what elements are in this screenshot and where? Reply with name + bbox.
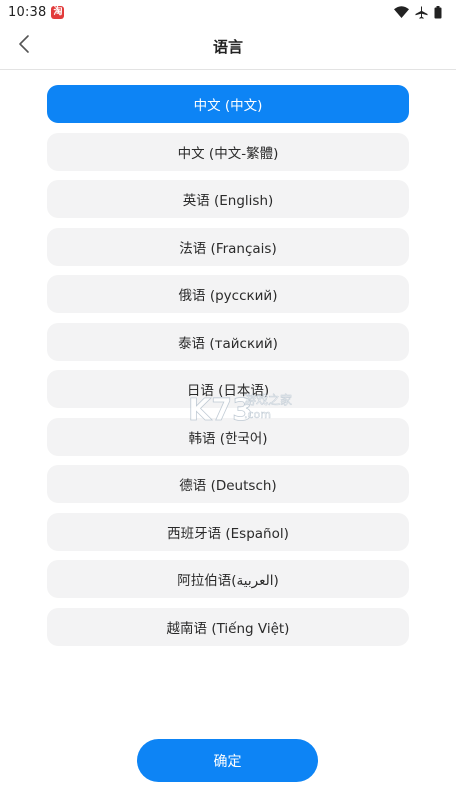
app-header: 语言 bbox=[0, 24, 456, 70]
status-right bbox=[394, 5, 442, 19]
language-option-english[interactable]: 英语 (English) bbox=[47, 180, 409, 218]
language-option-chinese[interactable]: 中文 (中文) bbox=[47, 85, 409, 123]
notification-app-icon: 淘 bbox=[51, 5, 65, 19]
language-option-spanish[interactable]: 西班牙语 (Español) bbox=[47, 512, 409, 551]
language-list: 中文 (中文) 中文 (中文-繁體) 英语 (English) 法语 (Fran… bbox=[47, 85, 409, 646]
language-option-thai[interactable]: 泰语 (тайский) bbox=[47, 322, 409, 361]
language-option-arabic[interactable]: 阿拉伯语(العربية) bbox=[47, 560, 409, 598]
language-option-russian[interactable]: 俄语 (русский) bbox=[47, 275, 409, 313]
language-option-korean[interactable]: 韩语 (한국어) bbox=[47, 417, 409, 456]
page-title: 语言 bbox=[212, 38, 243, 56]
language-option-german[interactable]: 德语 (Deutsch) bbox=[47, 465, 409, 503]
status-time: 10:38 bbox=[8, 4, 47, 20]
airplane-icon bbox=[415, 6, 428, 19]
language-settings-screen: 10:38 淘 语言 中文 (中文) 中文 (中文-繁體) 英语 (Englis… bbox=[0, 0, 456, 811]
battery-icon bbox=[434, 5, 442, 19]
language-option-chinese-traditional[interactable]: 中文 (中文-繁體) bbox=[47, 132, 409, 171]
language-option-vietnamese[interactable]: 越南语 (Tiếng Việt) bbox=[47, 607, 409, 646]
status-bar: 10:38 淘 bbox=[0, 0, 456, 24]
language-option-japanese[interactable]: 日语 (日本语) bbox=[47, 370, 409, 408]
status-left: 10:38 淘 bbox=[8, 4, 65, 20]
wifi-icon bbox=[394, 6, 409, 18]
confirm-button[interactable]: 确定 bbox=[137, 739, 318, 782]
language-option-french[interactable]: 法语 (Français) bbox=[47, 227, 409, 266]
